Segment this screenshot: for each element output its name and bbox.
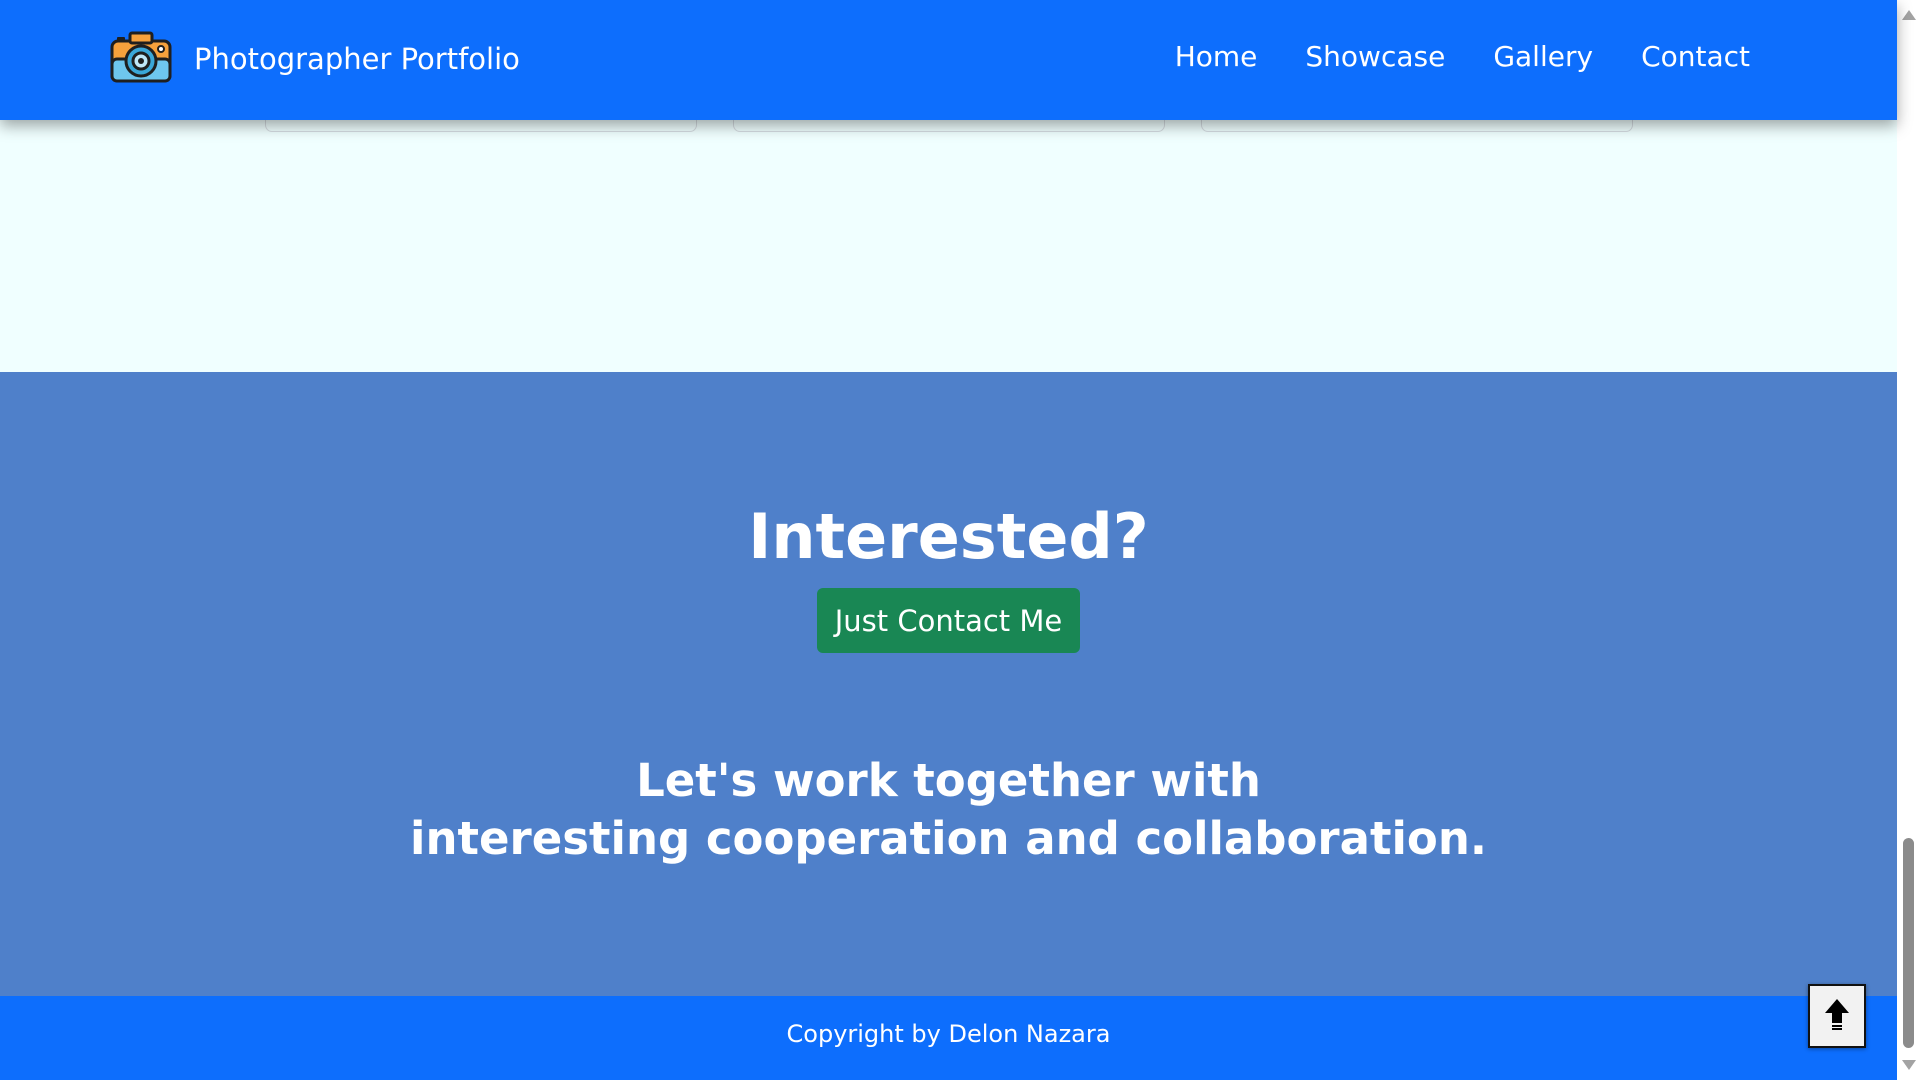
scroll-up-arrow-icon[interactable] bbox=[1902, 10, 1916, 20]
page-content: Photographer Portfolio Home Showcase Gal… bbox=[0, 0, 1897, 1080]
copyright-text: Copyright by Delon Nazara bbox=[786, 1020, 1111, 1048]
contact-me-button[interactable]: Just Contact Me bbox=[817, 588, 1080, 653]
brand-title: Photographer Portfolio bbox=[194, 42, 520, 76]
navbar: Photographer Portfolio Home Showcase Gal… bbox=[0, 0, 1897, 120]
nav-link-home[interactable]: Home bbox=[1175, 40, 1258, 73]
collaboration-text: Let's work together with interesting coo… bbox=[0, 752, 1897, 868]
collaboration-text-line: Let's work together with bbox=[636, 754, 1261, 807]
scrollbar-thumb[interactable] bbox=[1903, 838, 1914, 1048]
brand-link[interactable]: Photographer Portfolio bbox=[110, 30, 520, 88]
nav-link-showcase[interactable]: Showcase bbox=[1305, 40, 1445, 73]
nav-link-gallery[interactable]: Gallery bbox=[1493, 40, 1593, 73]
footer: Copyright by Delon Nazara bbox=[0, 996, 1897, 1080]
interested-section: Interested? Just Contact Me Let's work t… bbox=[0, 372, 1897, 996]
back-to-top-button[interactable] bbox=[1808, 984, 1866, 1048]
scroll-down-arrow-icon[interactable] bbox=[1902, 1060, 1916, 1070]
nav-links: Home Showcase Gallery Contact bbox=[1175, 40, 1750, 73]
nav-link-contact[interactable]: Contact bbox=[1641, 40, 1750, 73]
page: Photographer Portfolio Home Showcase Gal… bbox=[0, 0, 1920, 1080]
camera-icon bbox=[110, 31, 172, 87]
arrow-up-icon bbox=[1824, 997, 1850, 1035]
collaboration-text-line: interesting cooperation and collaboratio… bbox=[410, 812, 1487, 865]
vertical-scrollbar[interactable] bbox=[1897, 0, 1920, 1080]
interested-heading: Interested? bbox=[748, 500, 1149, 573]
